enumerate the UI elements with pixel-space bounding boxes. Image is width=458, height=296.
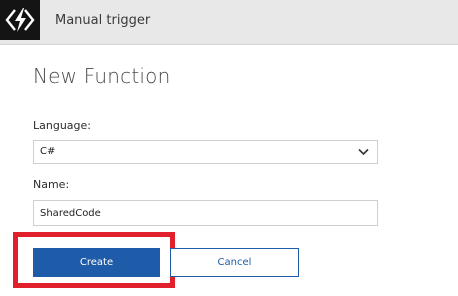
name-input[interactable] bbox=[33, 200, 378, 226]
language-selected-value: C# bbox=[40, 146, 56, 157]
name-label: Name: bbox=[33, 178, 70, 191]
page-title: New Function bbox=[33, 64, 171, 88]
cancel-button[interactable]: Cancel bbox=[170, 248, 299, 277]
header-bar: Manual trigger bbox=[0, 0, 458, 45]
language-select[interactable]: C# bbox=[33, 140, 378, 164]
language-label: Language: bbox=[33, 119, 91, 132]
functions-logo bbox=[0, 0, 40, 40]
azure-functions-bolt-icon bbox=[5, 8, 35, 32]
header-title: Manual trigger bbox=[55, 13, 151, 28]
create-button[interactable]: Create bbox=[33, 248, 160, 277]
chevron-down-icon bbox=[358, 148, 369, 156]
